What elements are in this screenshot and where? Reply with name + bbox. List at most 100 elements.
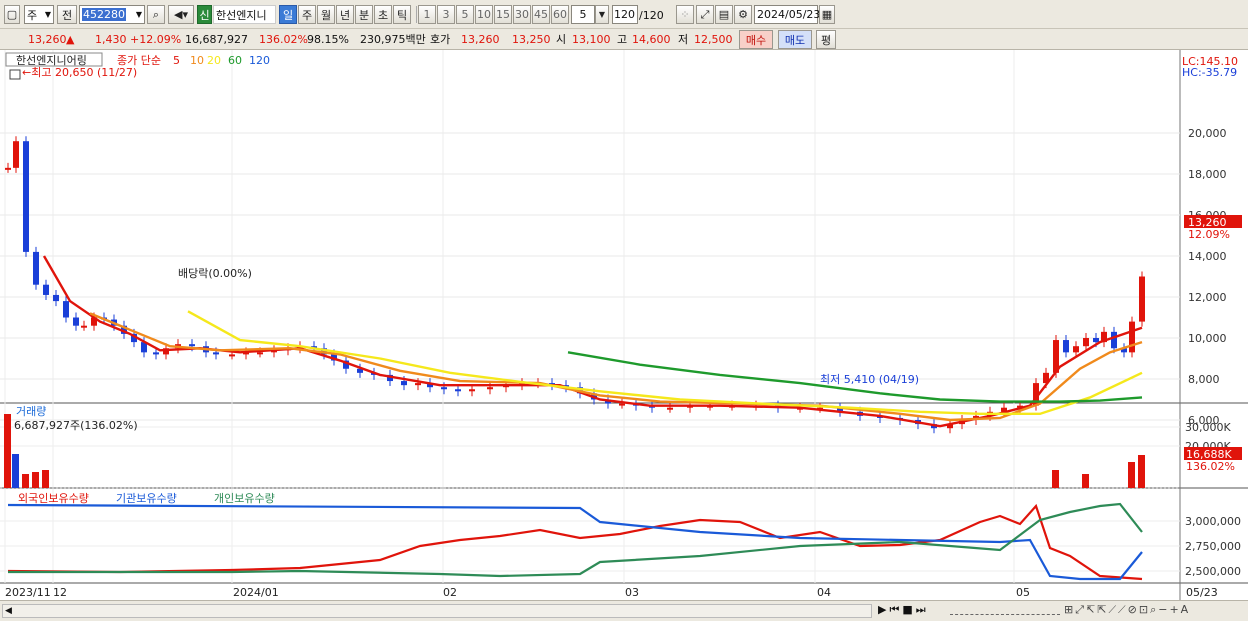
playback-controls[interactable]: ▶⏮■⏭ xyxy=(878,603,929,617)
save-icon[interactable]: ▤ xyxy=(715,5,733,24)
price-tick: 8,000 xyxy=(1188,373,1220,386)
candle-body xyxy=(63,301,69,318)
zoom-slider[interactable] xyxy=(950,605,1060,615)
chart-area[interactable]: 20,00018,00016,00014,00012,00010,0008,00… xyxy=(0,50,1248,601)
candle-body xyxy=(1063,340,1069,353)
dividend-note: 배당락(0.00%) xyxy=(178,267,252,280)
price-tick: 18,000 xyxy=(1188,168,1227,181)
period-button-5[interactable]: 초 xyxy=(374,5,392,24)
bottom-bar: ◀ ▶⏮■⏭ ⊞⤢↸⇱⟋⟋⊘⊡⌕−+A xyxy=(0,600,1248,621)
period-button-6[interactable]: 틱 xyxy=(393,5,411,24)
gear-icon[interactable]: ⚙ xyxy=(734,5,752,24)
strength: 98.15% xyxy=(307,33,349,46)
hoga-label: 호가 xyxy=(430,33,451,46)
candle-body xyxy=(1093,338,1099,343)
buy-button[interactable]: 매수 xyxy=(739,30,773,49)
date-input[interactable]: 2024/05/23 xyxy=(754,5,820,24)
interval-button-1[interactable]: 1 xyxy=(418,5,436,24)
chevron-down-icon: ▼ xyxy=(44,10,51,19)
candle-body xyxy=(1129,321,1135,353)
calendar-icon xyxy=(9,69,21,80)
date-tick: 05 xyxy=(1016,586,1030,599)
period-button-0[interactable]: 일 xyxy=(279,5,297,24)
candle-body xyxy=(43,284,49,295)
interval-button-10[interactable]: 10 xyxy=(475,5,493,24)
period-type-button[interactable]: 전 xyxy=(57,5,77,24)
draw-icon[interactable]: ⤢ xyxy=(696,5,714,24)
open-label: 시 xyxy=(556,33,567,46)
candle-body xyxy=(213,352,219,355)
candle-body xyxy=(619,403,625,406)
interval-button-5[interactable]: 5 xyxy=(456,5,474,24)
period-button-1[interactable]: 주 xyxy=(298,5,316,24)
price-tick: 14,000 xyxy=(1188,250,1227,263)
chevron-down-icon[interactable]: ▼ xyxy=(595,5,609,24)
volume-bar xyxy=(32,472,39,488)
candle-body xyxy=(455,389,461,392)
count-input[interactable]: 120 xyxy=(612,5,638,24)
interval-button-45[interactable]: 45 xyxy=(532,5,550,24)
volume-note: 6,687,927주(136.02%) xyxy=(14,419,138,432)
custom-interval-input[interactable]: 5 xyxy=(571,5,595,24)
candle-body xyxy=(153,352,159,355)
high-label: 고 xyxy=(617,33,628,46)
price-tick: 12,000 xyxy=(1188,291,1227,304)
candle-body xyxy=(401,381,407,386)
candle-body xyxy=(469,389,475,392)
date-tick: 02 xyxy=(443,586,457,599)
low-label: 저 xyxy=(678,33,689,46)
ma-period-60: 60 xyxy=(228,54,242,67)
holding-label-1: 기관보유수량 xyxy=(116,492,177,505)
change-arrow-icon: ▲ xyxy=(66,33,75,46)
search-icon[interactable]: ⌕ xyxy=(147,5,165,24)
code-input[interactable]: 452280 ▼ xyxy=(79,5,145,24)
volume-ratio: 136.02% xyxy=(259,33,308,46)
candle-body xyxy=(81,325,87,328)
volume-bar xyxy=(1138,455,1145,488)
holding-label-0: 외국인보유수량 xyxy=(18,492,89,505)
calendar-icon[interactable]: ▦ xyxy=(819,5,835,24)
volume-bar xyxy=(1082,474,1089,488)
interval-button-3[interactable]: 3 xyxy=(437,5,455,24)
ask-price: 13,260 xyxy=(461,33,500,46)
sell-button[interactable]: 매도 xyxy=(778,30,812,49)
trade-amount: 230,975백만 xyxy=(360,33,426,46)
new-listing-badge: 신 xyxy=(197,5,212,24)
interval-button-15[interactable]: 15 xyxy=(494,5,512,24)
volume-bar xyxy=(42,470,49,488)
holding-tick: 3,000,000 xyxy=(1185,515,1241,528)
market-value: 주 xyxy=(27,8,38,22)
stock-name: 한선엔지니 xyxy=(213,5,276,24)
speaker-icon[interactable]: ◀▾ xyxy=(168,5,194,24)
interval-button-60[interactable]: 60 xyxy=(551,5,569,24)
max-note: ←최고 20,650 (11/27) xyxy=(22,66,137,79)
candle-body xyxy=(257,352,263,355)
period-button-4[interactable]: 분 xyxy=(355,5,373,24)
grid-icon[interactable]: ⁘ xyxy=(676,5,694,24)
date-tick: 04 xyxy=(817,586,831,599)
change-pct: +12.09% xyxy=(130,33,182,46)
market-select[interactable]: 주 ▼ xyxy=(24,5,54,24)
candle-body xyxy=(5,167,11,170)
scroll-left-icon[interactable]: ◀ xyxy=(5,606,12,616)
count-total: /120 xyxy=(639,9,664,22)
interval-button-30[interactable]: 30 xyxy=(513,5,531,24)
eval-button[interactable]: 평 xyxy=(816,30,836,49)
price-tick: 10,000 xyxy=(1188,332,1227,345)
period-button-3[interactable]: 년 xyxy=(336,5,354,24)
period-button-2[interactable]: 월 xyxy=(317,5,335,24)
change-value: 1,430 xyxy=(95,33,127,46)
volume-bar xyxy=(1052,470,1059,488)
candle-body xyxy=(441,387,447,390)
candle-body xyxy=(1139,276,1145,322)
low-price: 12,500 xyxy=(694,33,733,46)
toolbar: ▢ 주 ▼ 전 452280 ▼ ⌕ ◀▾ 신 한선엔지니 일주월년분초틱 1351… xyxy=(0,0,1248,29)
horizontal-scrollbar[interactable]: ◀ xyxy=(2,604,872,618)
drawing-tools-icons[interactable]: ⊞⤢↸⇱⟋⟋⊘⊡⌕−+A xyxy=(1064,603,1190,617)
high-price: 14,600 xyxy=(632,33,671,46)
price-tick: 20,000 xyxy=(1188,127,1227,140)
window-icon[interactable]: ▢ xyxy=(4,5,20,24)
candle-body xyxy=(23,141,29,252)
volume-bar xyxy=(4,414,11,488)
date-tick: 03 xyxy=(625,586,639,599)
